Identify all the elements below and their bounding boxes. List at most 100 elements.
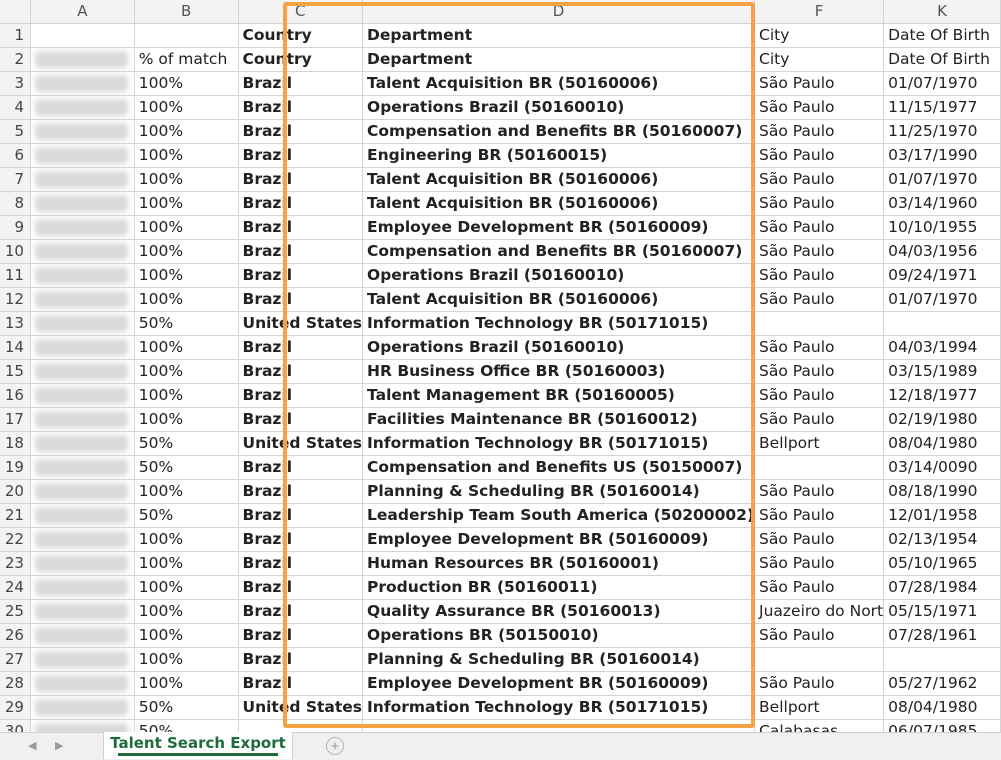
cell-city[interactable]: São Paulo — [754, 215, 885, 240]
row-header[interactable]: 17 — [0, 407, 31, 432]
cell-dob[interactable]: 05/10/1965 — [883, 551, 1001, 576]
cell-match[interactable]: 100% — [134, 287, 239, 312]
redacted-name-cell[interactable] — [30, 575, 135, 600]
cell[interactable] — [30, 23, 135, 48]
cell-department[interactable]: Operations Brazil (50160010) — [362, 263, 756, 288]
spreadsheet-grid[interactable]: A B C D F K 1 Country Department City Da… — [0, 0, 1001, 732]
cell-dob[interactable]: 06/07/1985 — [883, 719, 1001, 732]
cell-match[interactable]: 100% — [134, 119, 239, 144]
redacted-name-cell[interactable] — [30, 407, 135, 432]
cell-dob-header[interactable]: Date Of Birth — [883, 23, 1001, 48]
cell-city[interactable]: Bellport — [754, 695, 885, 720]
cell-dob[interactable]: 08/18/1990 — [883, 479, 1001, 504]
redacted-name-cell[interactable] — [30, 167, 135, 192]
cell-country[interactable]: Brazil — [238, 575, 364, 600]
redacted-name-cell[interactable] — [30, 647, 135, 672]
redacted-name-cell[interactable] — [30, 239, 135, 264]
table-row[interactable]: 5 100% Brazil Compensation and Benefits BR … — [0, 119, 1001, 144]
redacted-name-cell[interactable] — [30, 287, 135, 312]
redacted-name-cell[interactable] — [30, 143, 135, 168]
redacted-name-cell[interactable] — [30, 71, 135, 96]
cell-department[interactable] — [362, 719, 756, 732]
cell-department[interactable]: Planning & Scheduling BR (50160014) — [362, 647, 756, 672]
row-header[interactable]: 15 — [0, 359, 31, 384]
table-row[interactable]: 29 50% United States Information Technology… — [0, 695, 1001, 720]
cell-country[interactable] — [238, 719, 364, 732]
column-header-d[interactable]: D — [362, 0, 756, 24]
cell-department[interactable]: Operations Brazil (50160010) — [362, 95, 756, 120]
cell-match[interactable]: 50% — [134, 503, 239, 528]
cell-department[interactable]: Employee Development BR (50160009) — [362, 527, 756, 552]
cell-city-header[interactable]: City — [754, 23, 885, 48]
redacted-name-cell[interactable] — [30, 527, 135, 552]
row-header[interactable]: 14 — [0, 335, 31, 360]
cell-department[interactable]: Employee Development BR (50160009) — [362, 671, 756, 696]
redacted-name-cell[interactable] — [30, 263, 135, 288]
cell-country[interactable]: Brazil — [238, 527, 364, 552]
cell-department[interactable]: Engineering BR (50160015) — [362, 143, 756, 168]
cell-match[interactable]: 100% — [134, 599, 239, 624]
column-header-c[interactable]: C — [238, 0, 364, 24]
table-row[interactable]: 8 100% Brazil Talent Acquisition BR (501600… — [0, 191, 1001, 216]
cell-city[interactable]: São Paulo — [754, 263, 885, 288]
cell-country[interactable]: Brazil — [238, 647, 364, 672]
cell-match[interactable]: 100% — [134, 407, 239, 432]
table-row[interactable]: 14 100% Brazil Operations Brazil (50160010)… — [0, 335, 1001, 360]
table-row[interactable]: 28 100% Brazil Employee Development BR (501… — [0, 671, 1001, 696]
cell-city[interactable]: São Paulo — [754, 407, 885, 432]
cell-department[interactable]: Compensation and Benefits US (50150007) — [362, 455, 756, 480]
redacted-name-cell[interactable] — [30, 119, 135, 144]
cell-dob[interactable]: 01/07/1970 — [883, 71, 1001, 96]
cell-city[interactable]: São Paulo — [754, 95, 885, 120]
cell-city[interactable]: São Paulo — [754, 335, 885, 360]
redacted-name-cell[interactable] — [30, 503, 135, 528]
cell-country[interactable]: Brazil — [238, 335, 364, 360]
next-sheet-icon[interactable]: ▶ — [55, 739, 63, 752]
redacted-name-cell[interactable] — [30, 383, 135, 408]
cell-country[interactable]: Brazil — [238, 599, 364, 624]
row-header[interactable]: 7 — [0, 167, 31, 192]
table-row[interactable]: 27 100% Brazil Planning & Scheduling BR (50… — [0, 647, 1001, 672]
row-header[interactable]: 25 — [0, 599, 31, 624]
cell-department[interactable]: Talent Acquisition BR (50160006) — [362, 191, 756, 216]
column-header-k[interactable]: K — [883, 0, 1001, 24]
cell-dob-header[interactable]: Date Of Birth — [883, 47, 1001, 72]
cell-country[interactable]: Brazil — [238, 287, 364, 312]
cell-dob[interactable]: 02/19/1980 — [883, 407, 1001, 432]
cell-country[interactable]: Brazil — [238, 191, 364, 216]
cell-match[interactable]: 100% — [134, 359, 239, 384]
cell-country[interactable]: Brazil — [238, 167, 364, 192]
select-all-corner[interactable] — [0, 0, 31, 24]
column-header-a[interactable]: A — [30, 0, 135, 24]
cell-country[interactable]: Brazil — [238, 479, 364, 504]
cell-city[interactable]: São Paulo — [754, 383, 885, 408]
cell-department[interactable]: Information Technology BR (50171015) — [362, 431, 756, 456]
cell-dob[interactable]: 12/18/1977 — [883, 383, 1001, 408]
cell-country[interactable]: Brazil — [238, 119, 364, 144]
cell-department[interactable]: Facilities Maintenance BR (50160012) — [362, 407, 756, 432]
cell-match[interactable]: 100% — [134, 383, 239, 408]
row-header[interactable]: 2 — [0, 47, 31, 72]
redacted-name-cell[interactable] — [30, 431, 135, 456]
cell-match[interactable]: 100% — [134, 527, 239, 552]
table-row[interactable]: 20 100% Brazil Planning & Scheduling BR (50… — [0, 479, 1001, 504]
cell-match[interactable]: 100% — [134, 479, 239, 504]
cell-department[interactable]: HR Business Office BR (50160003) — [362, 359, 756, 384]
table-row[interactable]: 16 100% Brazil Talent Management BR (501600… — [0, 383, 1001, 408]
table-row[interactable]: 23 100% Brazil Human Resources BR (50160001… — [0, 551, 1001, 576]
cell-country[interactable]: Brazil — [238, 263, 364, 288]
redacted-name-cell[interactable] — [30, 335, 135, 360]
row-header[interactable]: 5 — [0, 119, 31, 144]
cell-country[interactable]: Brazil — [238, 71, 364, 96]
cell-department-header[interactable]: Department — [362, 23, 756, 48]
cell-department[interactable]: Talent Acquisition BR (50160006) — [362, 167, 756, 192]
cell-city[interactable]: São Paulo — [754, 671, 885, 696]
cell-dob[interactable]: 04/03/1994 — [883, 335, 1001, 360]
table-row[interactable]: 13 50% United States Information Technology… — [0, 311, 1001, 336]
cell-match[interactable]: 100% — [134, 191, 239, 216]
cell-department[interactable]: Talent Acquisition BR (50160006) — [362, 287, 756, 312]
cell-department[interactable]: Compensation and Benefits BR (50160007) — [362, 239, 756, 264]
cell-country[interactable]: United States — [238, 695, 364, 720]
redacted-name-cell[interactable] — [30, 47, 135, 72]
table-row[interactable]: 25 100% Brazil Quality Assurance BR (501600… — [0, 599, 1001, 624]
